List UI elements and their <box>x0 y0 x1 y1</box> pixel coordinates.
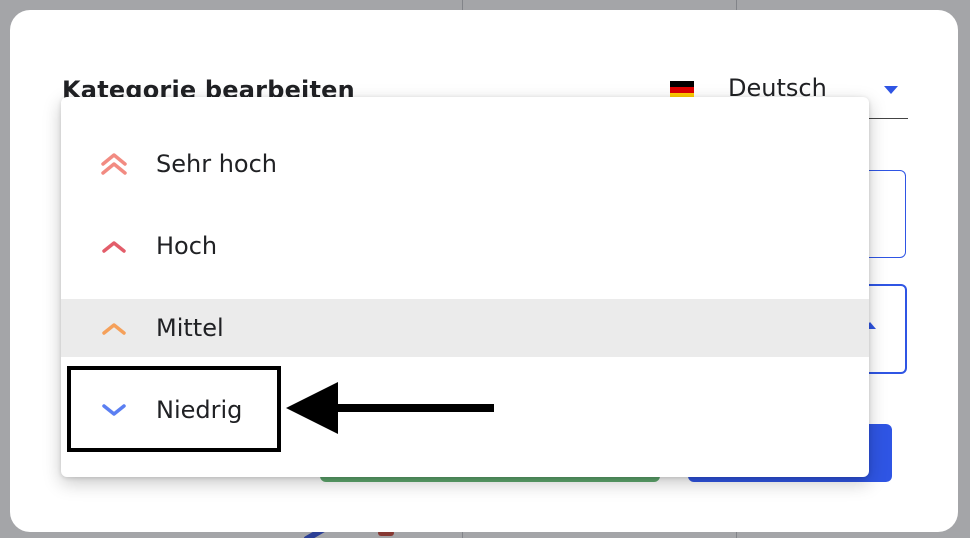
menu-item-label: Sehr hoch <box>156 150 278 178</box>
double-chevron-up-icon <box>101 153 127 175</box>
menu-item-label: Mittel <box>156 314 224 342</box>
menu-item-mittel[interactable]: Mittel <box>61 299 869 357</box>
menu-item-hoch[interactable]: Hoch <box>61 217 869 275</box>
menu-item-sehr-hoch[interactable]: Sehr hoch <box>61 135 869 193</box>
menu-item-label: Hoch <box>156 232 218 260</box>
annotation-highlight-box <box>67 366 281 452</box>
chevron-up-icon <box>102 241 126 253</box>
annotation-arrow-icon <box>286 382 494 434</box>
chevron-up-icon <box>102 323 126 335</box>
caret-down-icon <box>884 86 898 94</box>
